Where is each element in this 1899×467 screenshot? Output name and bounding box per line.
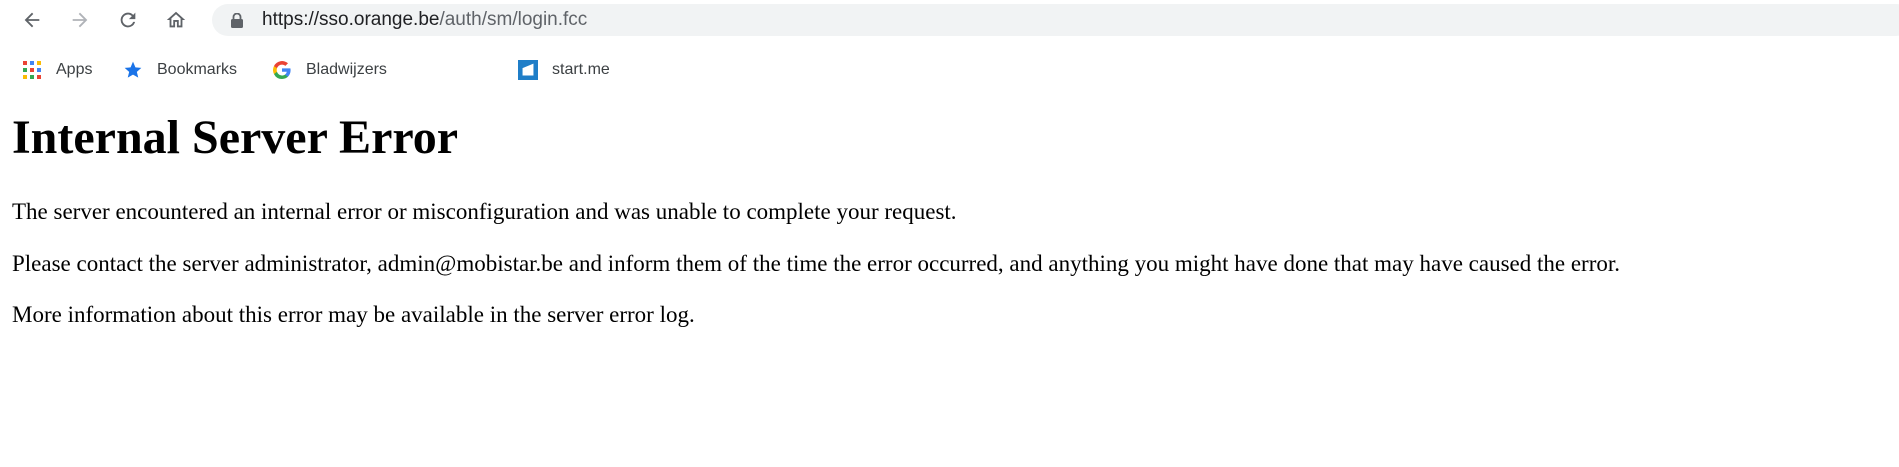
url-host: https://sso.orange.be	[262, 9, 440, 30]
apps-grid-icon	[22, 60, 42, 80]
page-content: Internal Server Error The server encount…	[12, 108, 1882, 327]
bookmark-label: Bladwijzers	[306, 61, 387, 78]
bookmark-apps[interactable]: Apps	[22, 53, 92, 87]
startme-icon	[518, 60, 538, 80]
home-button[interactable]	[162, 6, 190, 34]
arrow-left-icon	[24, 12, 40, 28]
star-icon	[123, 60, 143, 80]
bookmark-startme[interactable]: start.me	[518, 53, 610, 87]
address-bar[interactable]: https://sso.orange.be/auth/sm/login.fcc	[212, 4, 1899, 36]
log-message: More information about this error may be…	[12, 302, 695, 327]
error-message: The server encountered an internal error…	[12, 199, 957, 224]
bookmark-bookmarks[interactable]: Bookmarks	[123, 53, 237, 87]
bookmark-label: Apps	[56, 61, 93, 78]
google-icon	[272, 60, 292, 80]
reload-button[interactable]	[114, 6, 142, 34]
bookmark-label: Bookmarks	[157, 61, 238, 78]
lock-icon	[230, 12, 244, 28]
back-button[interactable]	[18, 6, 46, 34]
url-path: /auth/sm/login.fcc	[439, 9, 588, 30]
url-text: https://sso.orange.be/auth/sm/login.fcc	[262, 9, 587, 31]
arrow-right-icon	[72, 12, 88, 28]
bookmark-bladwijzers[interactable]: Bladwijzers	[272, 53, 387, 87]
bookmark-label: start.me	[552, 61, 610, 78]
page-title: Internal Server Error	[12, 111, 459, 164]
bookmarks-bar: Apps Bookmarks Bladwijzers start.me	[0, 53, 1899, 87]
forward-button[interactable]	[66, 6, 94, 34]
contact-message: Please contact the server administrator,…	[12, 251, 1621, 276]
reload-icon	[120, 12, 136, 28]
browser-toolbar: https://sso.orange.be/auth/sm/login.fcc	[0, 0, 1899, 40]
home-icon	[166, 11, 186, 28]
